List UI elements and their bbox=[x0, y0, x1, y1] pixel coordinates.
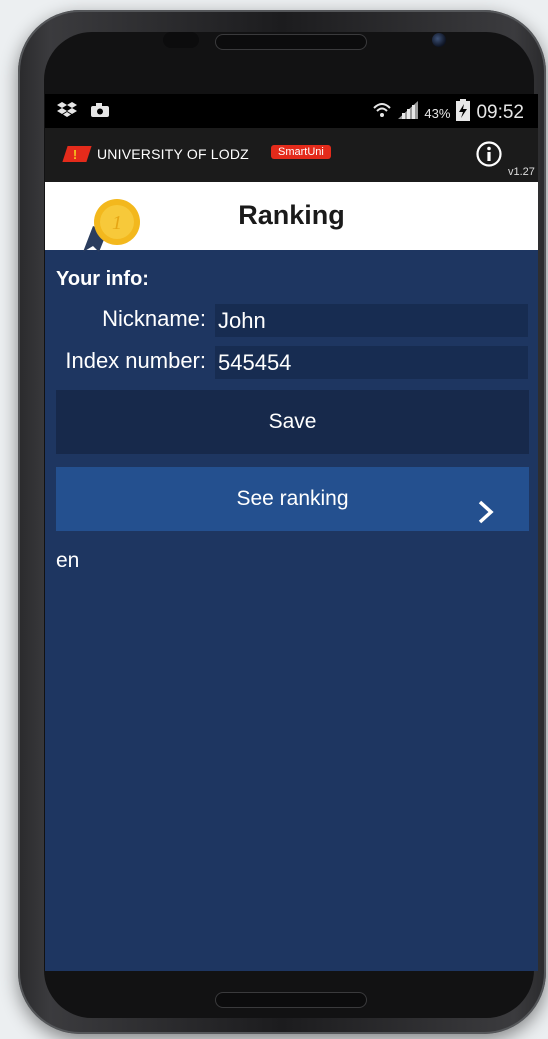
wifi-icon bbox=[372, 101, 392, 125]
app-header: ! UNIVERSITY OF LODZ SmartUni v1.27 bbox=[45, 128, 538, 182]
version-label: v1.27 bbox=[508, 166, 535, 178]
earpiece-speaker bbox=[215, 34, 367, 50]
see-ranking-button[interactable]: See ranking bbox=[56, 467, 529, 531]
battery-percent: 43% bbox=[424, 105, 451, 121]
app-badge: SmartUni bbox=[271, 145, 331, 159]
front-camera bbox=[432, 33, 446, 47]
org-name: UNIVERSITY OF LODZ bbox=[97, 146, 249, 162]
university-logo-icon: ! bbox=[62, 146, 92, 162]
clock: 09:52 bbox=[476, 102, 524, 123]
your-info-heading: Your info: bbox=[56, 268, 149, 290]
bottom-speaker bbox=[215, 992, 367, 1008]
status-left-icons bbox=[57, 102, 109, 123]
index-number-label: Index number: bbox=[65, 348, 206, 373]
nickname-label: Nickname: bbox=[102, 306, 206, 331]
camera-slot bbox=[163, 32, 199, 48]
battery-icon bbox=[456, 99, 471, 127]
camera-icon bbox=[91, 103, 109, 122]
nickname-field[interactable]: John bbox=[215, 304, 528, 337]
status-right-icons: 43% 09:52 bbox=[372, 99, 524, 127]
signal-icon bbox=[398, 101, 419, 125]
see-ranking-label: See ranking bbox=[236, 487, 349, 510]
language-text: en bbox=[56, 549, 80, 572]
page-title: Ranking bbox=[238, 200, 345, 230]
info-icon[interactable] bbox=[475, 140, 503, 173]
app-screen: 43% 09:52 ! UNIVERSITY OF LODZ SmartUni … bbox=[45, 94, 538, 971]
save-button-label: Save bbox=[268, 410, 317, 433]
chevron-right-icon bbox=[477, 487, 495, 551]
dropbox-icon bbox=[57, 102, 77, 123]
status-bar: 43% 09:52 bbox=[45, 94, 538, 128]
save-button[interactable]: Save bbox=[56, 390, 529, 454]
title-bar: 1 Ranking bbox=[45, 182, 538, 252]
index-number-field[interactable]: 545454 bbox=[215, 346, 528, 379]
